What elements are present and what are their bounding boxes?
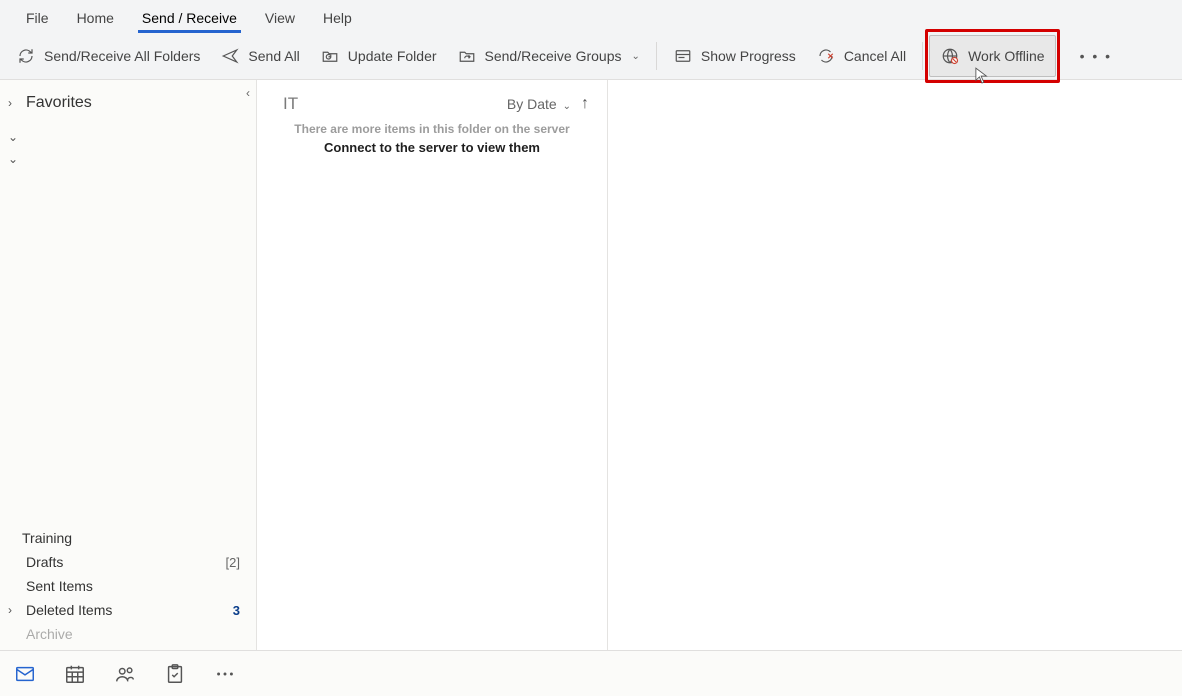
send-receive-all-folders-button[interactable]: Send/Receive All Folders <box>6 36 210 76</box>
chevron-right-icon: › <box>8 603 20 617</box>
send-all-label: Send All <box>248 48 299 64</box>
redacted-folder-list <box>0 174 256 522</box>
favorites-label: Favorites <box>26 94 92 112</box>
folder-archive[interactable]: Archive <box>0 622 256 646</box>
tab-send-receive[interactable]: Send / Receive <box>128 4 251 32</box>
nav-calendar-icon[interactable] <box>62 661 88 687</box>
main-content: ‹ › Favorites ⌄ ⌄ Training Drafts [2] <box>0 80 1182 650</box>
menu-tab-strip: File Home Send / Receive View Help <box>0 0 1182 33</box>
ribbon-separator <box>922 42 923 70</box>
sync-groups-icon <box>457 46 477 66</box>
sort-by-date-button[interactable]: By Date ⌄ <box>507 96 571 112</box>
connect-server-link[interactable]: Connect to the server to view them <box>257 136 607 155</box>
folder-label: Training <box>22 530 72 546</box>
chevron-down-icon: ⌄ <box>631 51 639 62</box>
nav-people-icon[interactable] <box>112 661 138 687</box>
progress-icon <box>673 46 693 66</box>
send-receive-groups-label: Send/Receive Groups <box>485 48 622 64</box>
chevron-down-icon: ⌄ <box>8 130 20 144</box>
account-group-1[interactable]: ⌄ <box>0 126 256 148</box>
update-folder-label: Update Folder <box>348 48 437 64</box>
folder-sent-items[interactable]: Sent Items <box>0 574 256 598</box>
tab-view[interactable]: View <box>251 4 309 32</box>
reading-pane <box>608 80 1182 650</box>
ribbon-separator <box>656 42 657 70</box>
send-receive-groups-button[interactable]: Send/Receive Groups ⌄ <box>447 36 650 76</box>
mouse-cursor-icon <box>975 67 989 85</box>
folder-label: Deleted Items <box>26 602 112 618</box>
chevron-down-icon: ⌄ <box>563 101 571 112</box>
message-list-pane: IT By Date ⌄ ↑ There are more items in t… <box>257 80 608 650</box>
update-folder-icon <box>320 46 340 66</box>
cancel-icon <box>816 46 836 66</box>
ribbon-toolbar: Send/Receive All Folders Send All Update… <box>0 33 1182 80</box>
tab-home[interactable]: Home <box>63 4 128 32</box>
server-items-notice: There are more items in this folder on t… <box>257 122 607 136</box>
work-offline-button[interactable]: Work Offline <box>929 35 1056 77</box>
folder-label: Drafts <box>26 554 63 570</box>
show-progress-button[interactable]: Show Progress <box>663 36 806 76</box>
cancel-all-button[interactable]: Cancel All <box>806 36 916 76</box>
favorites-header[interactable]: › Favorites <box>0 80 256 120</box>
bottom-nav-bar <box>0 650 1182 696</box>
cancel-all-label: Cancel All <box>844 48 906 64</box>
folder-label: Sent Items <box>26 578 93 594</box>
folder-count: 3 <box>233 603 246 618</box>
folder-count: [2] <box>226 555 246 570</box>
tab-file[interactable]: File <box>12 4 63 32</box>
folder-label: Archive <box>26 626 73 642</box>
show-progress-label: Show Progress <box>701 48 796 64</box>
send-icon <box>220 46 240 66</box>
sort-direction-icon[interactable]: ↑ <box>581 95 589 113</box>
account-group-2[interactable]: ⌄ <box>0 148 256 170</box>
list-header: IT By Date ⌄ ↑ <box>257 80 607 122</box>
folder-drafts[interactable]: Drafts [2] <box>0 550 256 574</box>
collapse-pane-icon[interactable]: ‹ <box>246 86 250 100</box>
nav-mail-icon[interactable] <box>12 661 38 687</box>
update-folder-button[interactable]: Update Folder <box>310 36 447 76</box>
folder-pane: ‹ › Favorites ⌄ ⌄ Training Drafts [2] <box>0 80 257 650</box>
chevron-right-icon: › <box>8 96 20 110</box>
current-folder-name: IT <box>283 94 298 114</box>
nav-tasks-icon[interactable] <box>162 661 188 687</box>
send-receive-all-folders-label: Send/Receive All Folders <box>44 48 200 64</box>
nav-more-icon[interactable] <box>212 661 238 687</box>
sync-all-icon <box>16 46 36 66</box>
work-offline-label: Work Offline <box>968 48 1045 64</box>
chevron-down-icon: ⌄ <box>8 152 20 166</box>
folder-training[interactable]: Training <box>0 526 256 550</box>
ribbon-overflow-button[interactable]: • • • <box>1070 44 1122 68</box>
tab-help[interactable]: Help <box>309 4 366 32</box>
send-all-button[interactable]: Send All <box>210 36 309 76</box>
globe-offline-icon <box>940 46 960 66</box>
folder-deleted-items[interactable]: › Deleted Items 3 <box>0 598 256 622</box>
